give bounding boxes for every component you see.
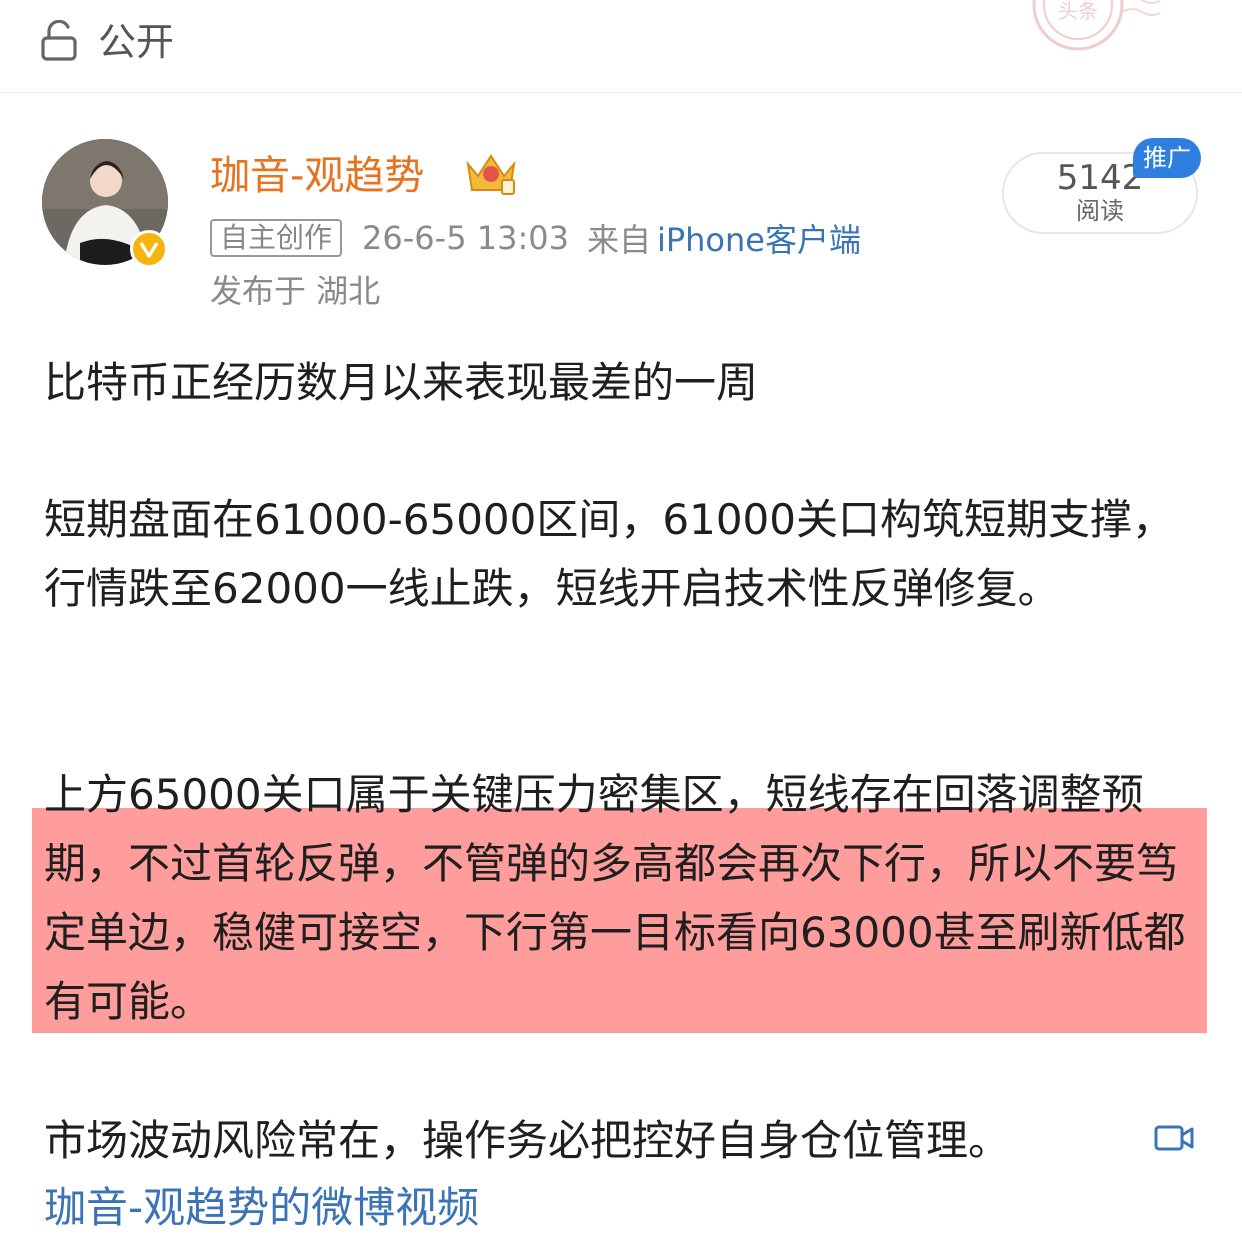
read-label: 阅读: [1076, 197, 1124, 225]
post-location: 发布于 湖北: [210, 272, 381, 310]
lock-open-icon: [41, 20, 77, 61]
post-time: 26-6-5 13:03: [362, 219, 569, 257]
post-paragraph-1: 比特币正经历数月以来表现最差的一周: [44, 358, 759, 407]
source-prefix: 来自: [586, 221, 651, 259]
post-paragraph-3: 上方65000关口属于关键压力密集区，短线存在回落调整预期，不过首轮反弹，不管弹…: [44, 770, 1186, 1026]
visibility-label[interactable]: 公开: [98, 18, 174, 66]
promo-badge[interactable]: 推广: [1133, 138, 1201, 178]
top-bar: 公开 头条: [0, 0, 1242, 93]
post-meta: 自主创作 26-6-5 13:03 来自 iPhone客户端: [210, 215, 861, 261]
author-name[interactable]: 珈音-观趋势: [210, 150, 424, 202]
video-link[interactable]: 珈音-观趋势的微博视频: [44, 1178, 479, 1238]
client-link[interactable]: iPhone客户端: [657, 215, 861, 261]
svg-text:头条: 头条: [1058, 0, 1098, 23]
post-paragraph-2: 短期盘面在61000-65000区间，61000关口构筑短期支撑，行情跌至620…: [44, 495, 1174, 613]
origin-tag: 自主创作: [210, 219, 343, 257]
video-camera-icon[interactable]: [1154, 1122, 1194, 1154]
crown-icon[interactable]: [462, 150, 520, 198]
post-paragraph-4: 市场波动风险常在，操作务必把控好自身仓位管理。: [44, 1116, 1011, 1165]
toutiao-stamp: 头条: [1032, 0, 1160, 51]
verified-v-icon: [130, 230, 168, 268]
